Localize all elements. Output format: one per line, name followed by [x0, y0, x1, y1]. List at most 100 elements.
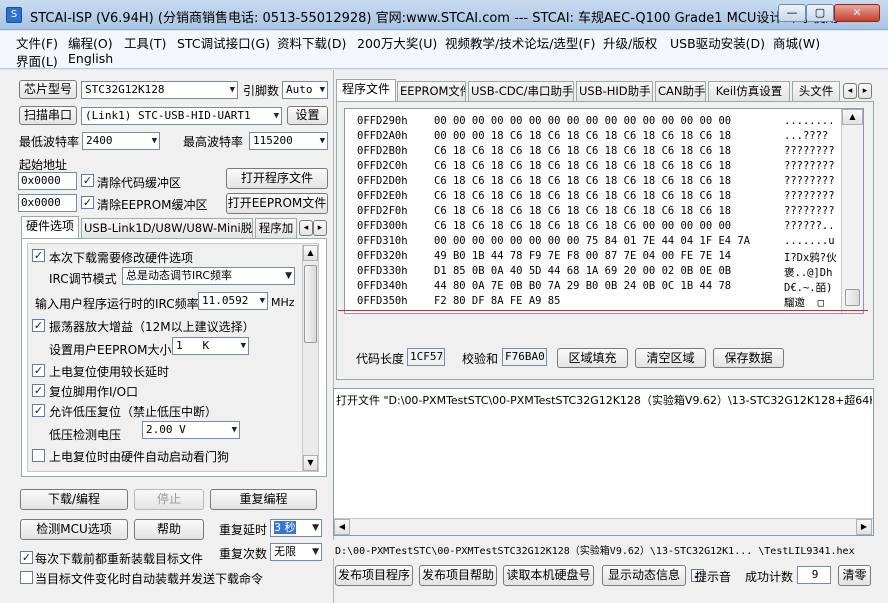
log-hscrollbar[interactable]: ◀ ▶ [334, 518, 873, 535]
pins-select[interactable]: Auto ▼ [282, 81, 328, 99]
scroll-up-arrow-icon[interactable]: ▲ [303, 245, 318, 261]
hex-ascii: ???????? [784, 175, 835, 187]
log-output[interactable] [333, 388, 874, 536]
chip-model-select[interactable]: STC32G12K128 ▼ [81, 81, 238, 99]
chip-model-button[interactable]: 芯片型号 [19, 80, 77, 99]
clear-code-buffer-checkbox[interactable]: ✓ [81, 174, 94, 187]
repeat-program-button[interactable]: 重复编程 [210, 489, 317, 510]
port-select[interactable]: (Link1) STC-USB-HID-UART1 ▼ [81, 107, 282, 125]
menu-video[interactable]: 视频教学/技术论坛/选型(F) [445, 33, 595, 52]
minimize-button[interactable]: — [778, 4, 806, 22]
right-tab-scroll-left-button[interactable]: ◂ [843, 83, 857, 99]
tab-scroll-left-button[interactable]: ◂ [299, 220, 313, 236]
tab-scroll-right-button[interactable]: ▸ [313, 220, 327, 236]
menu-interface[interactable]: 界面(L) [16, 51, 58, 70]
eeprom-size-select[interactable]: 1 K ▼ [172, 337, 249, 355]
tab-usb-hid-assistant[interactable]: USB-HID助手 [576, 81, 653, 101]
menu-download[interactable]: 资料下载(D) [277, 33, 346, 52]
scroll-thumb[interactable] [845, 289, 860, 306]
publish-program-button[interactable]: 发布项目程序 [335, 565, 413, 586]
auto-watchdog-checkbox[interactable] [32, 449, 45, 462]
menu-shop[interactable]: 商城(W) [773, 33, 820, 52]
right-tab-scroll-right-button[interactable]: ▸ [858, 83, 872, 99]
hex-scrollbar[interactable]: ▲ [841, 109, 863, 313]
menu-english[interactable]: English [68, 51, 113, 66]
sound-label: 提示音 [695, 570, 732, 584]
download-program-button[interactable]: 下载/编程 [20, 489, 128, 510]
repeat-delay-select[interactable]: 3 秒 ▼ [270, 519, 322, 537]
oscillator-gain-checkbox[interactable]: ✓ [32, 319, 45, 332]
tab-keil-settings[interactable]: Keil仿真设置 [708, 81, 790, 101]
clear-eeprom-buffer-label: 清除EEPROM缓冲区 [97, 198, 208, 212]
max-baud-select[interactable]: 115200 ▼ [249, 132, 328, 150]
lvd-reset-checkbox[interactable]: ✓ [32, 404, 45, 417]
hex-ascii: ???????? [784, 190, 835, 202]
save-data-button[interactable]: 保存数据 [713, 348, 784, 368]
hw-options-scrollbar[interactable]: ▲ ▼ [302, 245, 318, 471]
code-length-label: 代码长度 [356, 352, 405, 366]
close-button[interactable]: ✕ [834, 4, 880, 22]
menu-program[interactable]: 编程(O) [68, 33, 113, 52]
tab-usb-cdc-assistant[interactable]: USB-CDC/串口助手 [468, 81, 574, 101]
eeprom-start-address-input[interactable]: 0x0000 [18, 194, 77, 212]
chevron-down-icon: ▼ [319, 136, 325, 146]
file-path-text: D:\00-PXMTestSTC\00-PXMTestSTC32G12K128（… [335, 546, 855, 557]
menu-debug[interactable]: STC调试接口(G) [177, 33, 270, 52]
scroll-left-arrow-icon[interactable]: ◀ [334, 519, 350, 535]
hex-ascii: 褒..@]Dh [784, 267, 833, 279]
settings-button[interactable]: 设置 [287, 106, 328, 125]
hex-address: 0FFD350h [357, 295, 408, 307]
menu-file[interactable]: 文件(F) [16, 33, 58, 52]
scroll-right-arrow-icon[interactable]: ▶ [856, 519, 872, 535]
window-title: STCAI-ISP (V6.94H) (分销商销售电话: 0513-550129… [30, 11, 851, 26]
tab-eeprom-file[interactable]: EEPROM文件 [397, 81, 466, 101]
app-icon: S [6, 7, 22, 23]
open-program-file-button[interactable]: 打开程序文件 [226, 168, 328, 189]
reload-before-download-checkbox[interactable]: ✓ [20, 551, 33, 564]
repeat-count-select[interactable]: 无限 ▼ [270, 543, 322, 561]
menu-upgrade[interactable]: 升级/版权 [603, 33, 657, 52]
hex-address: 0FFD290h [357, 115, 408, 127]
scan-port-button[interactable]: 扫描串口 [19, 106, 77, 125]
help-button[interactable]: 帮助 [134, 519, 204, 540]
long-reset-delay-checkbox[interactable]: ✓ [32, 364, 45, 377]
reset-pin-io-checkbox[interactable]: ✓ [32, 384, 45, 397]
chevron-down-icon: ▼ [273, 111, 279, 121]
irc-frequency-select[interactable]: 11.0592 ▼ [198, 292, 268, 310]
pins-value: Auto [286, 83, 313, 96]
read-disk-id-button[interactable]: 读取本机硬盘号 [503, 565, 594, 586]
publish-help-button[interactable]: 发布项目帮助 [419, 565, 497, 586]
menu-usb-driver[interactable]: USB驱动安装(D) [670, 33, 765, 52]
clear-eeprom-buffer-checkbox[interactable]: ✓ [81, 196, 94, 209]
fill-region-button[interactable]: 区域填充 [557, 348, 628, 368]
title-bar[interactable]: S STCAI-ISP (V6.94H) (分销商销售电话: 0513-5501… [0, 0, 888, 30]
hex-ascii: ???????? [784, 205, 835, 217]
hex-bytes: 00 00 00 00 00 00 00 00 00 00 00 00 00 0… [434, 115, 732, 127]
irc-mode-label: IRC调节模式 [49, 272, 117, 286]
scroll-thumb[interactable] [304, 265, 317, 343]
tab-program-more[interactable]: 程序加 [255, 218, 297, 238]
menu-tools[interactable]: 工具(T) [124, 33, 166, 52]
clear-region-button[interactable]: 清空区域 [635, 348, 706, 368]
menu-prize[interactable]: 200万大奖(U) [357, 33, 437, 52]
tab-usb-link1d[interactable]: USB-Link1D/U8W/U8W-Mini脱机 [81, 218, 253, 238]
scroll-down-arrow-icon[interactable]: ▼ [303, 455, 318, 471]
checksum-value: F76BA0 [502, 348, 547, 366]
stop-button[interactable]: 停止 [134, 489, 204, 510]
tab-hardware-options[interactable]: 硬件选项 [21, 216, 79, 238]
show-dynamic-info-button[interactable]: 显示动态信息 [602, 565, 686, 586]
irc-mode-select[interactable]: 总是动态调节IRC频率 ▼ [122, 267, 295, 285]
min-baud-select[interactable]: 2400 ▼ [82, 132, 160, 150]
code-start-address-input[interactable]: 0x0000 [18, 172, 77, 190]
check-mcu-options-button[interactable]: 检测MCU选项 [20, 519, 128, 540]
lvd-voltage-select[interactable]: 2.00 V ▼ [142, 421, 240, 439]
open-eeprom-file-button[interactable]: 打开EEPROM文件 [226, 193, 328, 214]
tab-program-file[interactable]: 程序文件 [336, 79, 396, 101]
tab-header-file[interactable]: 头文件 [792, 81, 840, 101]
auto-send-on-change-checkbox[interactable] [20, 571, 33, 584]
maximize-button[interactable]: ▢ [806, 4, 834, 22]
clear-count-button[interactable]: 清零 [838, 565, 871, 586]
tab-can-assistant[interactable]: CAN助手 [655, 81, 706, 101]
scroll-up-arrow-icon[interactable]: ▲ [842, 109, 863, 125]
modify-hw-options-checkbox[interactable]: ✓ [32, 249, 45, 262]
